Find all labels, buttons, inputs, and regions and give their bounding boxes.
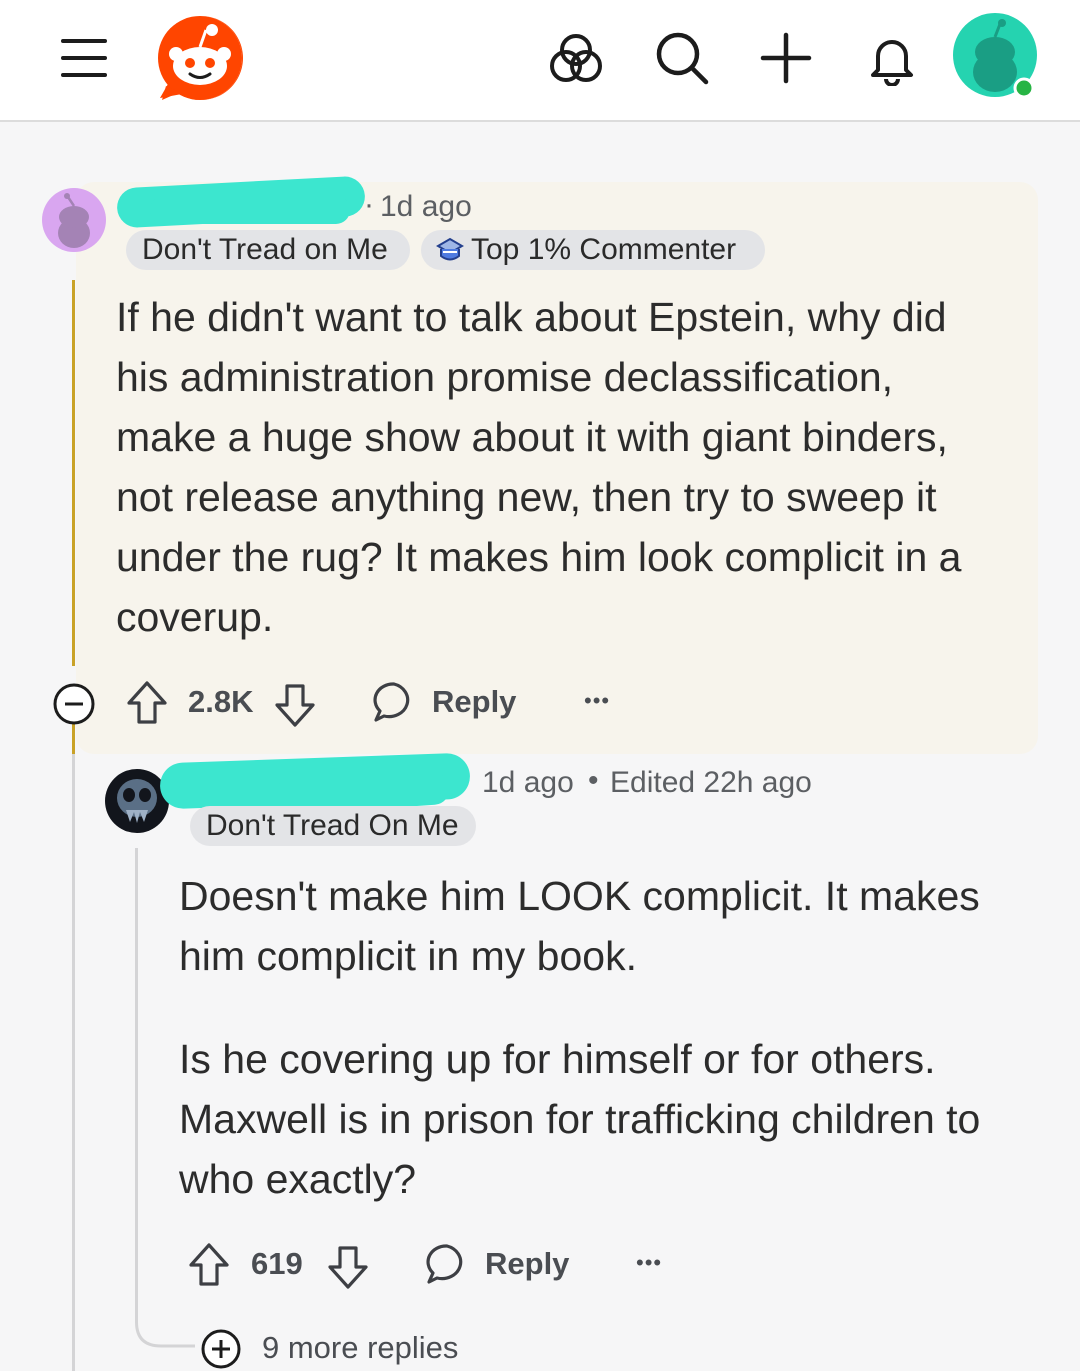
reply-user-flair[interactable]: Don't Tread On Me xyxy=(190,806,476,846)
reply-button[interactable]: Reply xyxy=(372,680,522,726)
reply-body-line: Maxwell is in prison for trafficking chi… xyxy=(179,1096,981,1142)
expand-plus-icon xyxy=(201,1329,241,1369)
comment-body-line: under the rug? It makes him look complic… xyxy=(116,534,962,580)
reply-upvote-icon[interactable] xyxy=(188,1242,230,1288)
reply-body-line: Is he covering up for himself or for oth… xyxy=(179,1036,936,1082)
comment-body-line: make a huge show about it with giant bin… xyxy=(116,414,948,460)
reply-label: Reply xyxy=(432,684,517,719)
top-navigation-bar xyxy=(0,0,1080,122)
comment-body-line: If he didn't want to talk about Epstein,… xyxy=(116,294,947,340)
comment-timestamp: 1d ago xyxy=(380,190,472,223)
user-avatar[interactable] xyxy=(952,12,1042,102)
redacted-username-part xyxy=(150,196,350,224)
comment-body: If he didn't want to talk about Epstein,… xyxy=(116,287,1016,647)
reply-body-line: who exactly? xyxy=(179,1156,417,1202)
vote-count: 2.8K xyxy=(188,684,254,719)
reply-body: Doesn't make him LOOK complicit. It make… xyxy=(179,866,1059,1209)
reply-thread-line[interactable] xyxy=(135,848,138,1318)
upvote-icon[interactable] xyxy=(126,680,168,726)
reply-body-line: Doesn't make him LOOK complicit. It make… xyxy=(179,873,980,919)
search-icon[interactable] xyxy=(654,30,710,86)
reply-reply-label: Reply xyxy=(485,1246,570,1281)
top-commenter-badge-icon xyxy=(436,237,464,261)
reply-timestamp: 1d ago xyxy=(482,766,574,799)
comment-thread-line[interactable] xyxy=(72,280,75,666)
create-post-icon[interactable] xyxy=(760,32,812,84)
reply-more-options-button[interactable]: ••• xyxy=(636,1250,662,1276)
communities-icon[interactable] xyxy=(548,30,604,86)
reply-vote-count: 619 xyxy=(251,1246,303,1281)
comment-body-line: his administration promise declassificat… xyxy=(116,354,894,400)
reply-thread-curve xyxy=(135,1310,195,1348)
commenter-avatar[interactable] xyxy=(41,187,107,253)
reply-body-line: him complicit in my book. xyxy=(179,933,637,979)
reply-edited-time: Edited 22h ago xyxy=(610,766,812,799)
reply-reply-button[interactable]: Reply xyxy=(425,1242,575,1288)
reply-bubble-icon xyxy=(426,1244,463,1284)
more-options-button[interactable]: ••• xyxy=(584,688,610,714)
user-flair[interactable]: Don't Tread on Me xyxy=(126,230,410,270)
top-commenter-badge-text: Top 1% Commenter xyxy=(471,233,737,266)
reply-bubble-icon xyxy=(373,682,410,722)
comment-body-line: not release anything new, then try to sw… xyxy=(116,474,937,520)
notifications-bell-icon[interactable] xyxy=(864,30,920,86)
more-replies-label: 9 more replies xyxy=(262,1330,459,1365)
reddit-logo-icon[interactable] xyxy=(156,14,244,102)
collapse-thread-icon[interactable] xyxy=(52,682,96,726)
meta-dot: • xyxy=(588,764,599,797)
more-replies-button[interactable]: 9 more replies xyxy=(200,1326,500,1370)
top-commenter-badge[interactable]: Top 1% Commenter xyxy=(421,230,765,270)
downvote-icon[interactable] xyxy=(274,682,316,728)
meta-dot: · xyxy=(364,188,374,221)
thread-line-parent xyxy=(72,754,75,1371)
hamburger-menu-icon[interactable] xyxy=(58,36,110,80)
reply-downvote-icon[interactable] xyxy=(327,1244,369,1290)
reply-user-flair-text: Don't Tread On Me xyxy=(206,809,459,842)
comment-body-line: coverup. xyxy=(116,594,274,640)
user-flair-text: Don't Tread on Me xyxy=(142,233,388,266)
comment-thread-line-lower[interactable] xyxy=(72,722,75,754)
